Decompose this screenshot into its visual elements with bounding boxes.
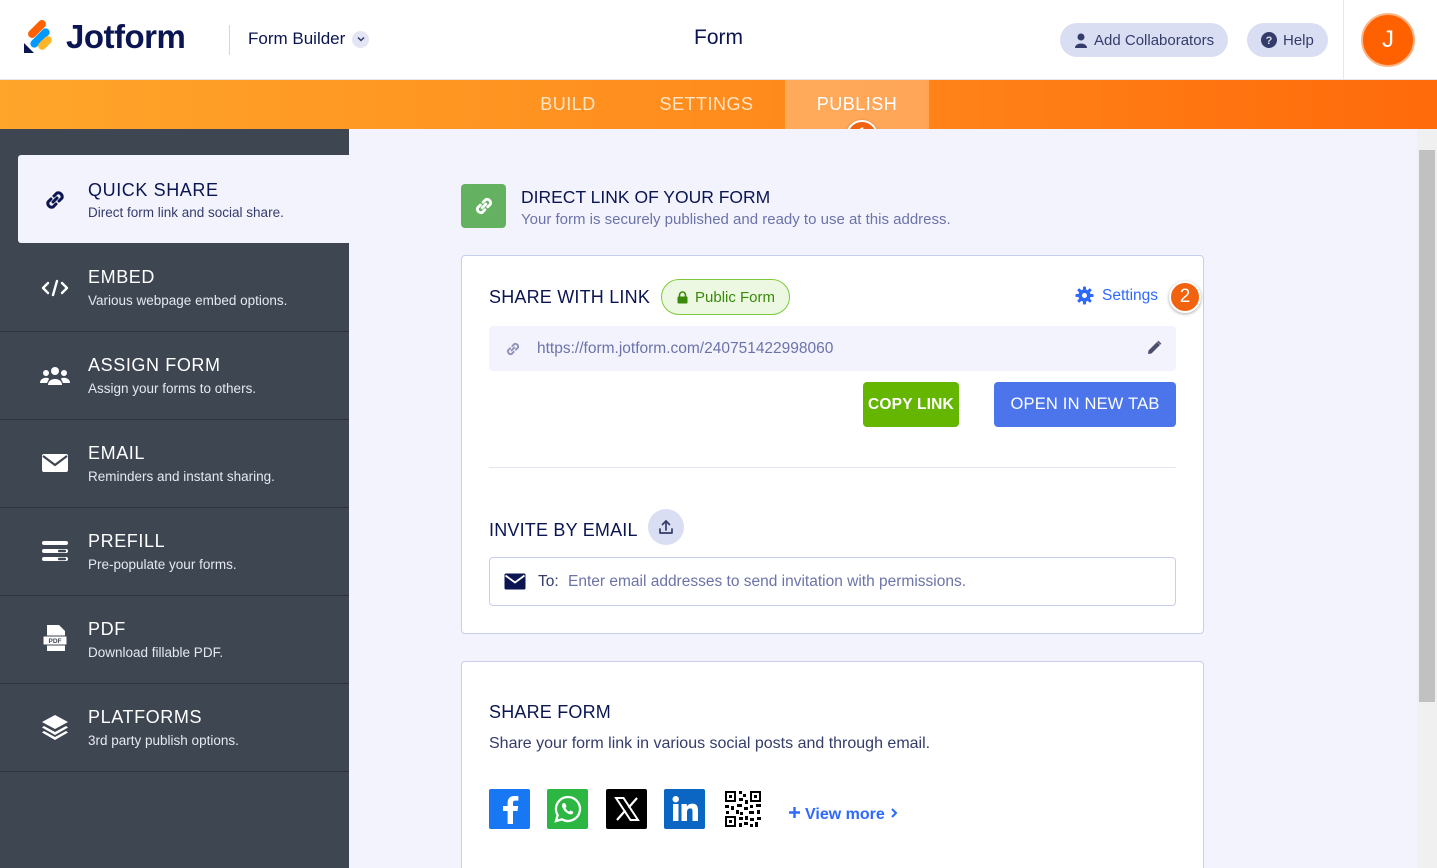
qr-code-icon[interactable] — [722, 789, 763, 829]
sidebar-item-subtitle: 3rd party publish options. — [88, 733, 239, 748]
gear-icon — [1075, 286, 1094, 305]
upload-icon[interactable] — [648, 509, 684, 545]
sidebar-item-subtitle: Assign your forms to others. — [88, 381, 257, 396]
email-input[interactable] — [568, 566, 1158, 598]
header-divider — [229, 25, 230, 55]
prefill-icon — [40, 536, 70, 566]
sidebar-item-subtitle: Download fillable PDF. — [88, 645, 224, 660]
header-divider-right — [1343, 0, 1344, 80]
envelope-icon — [504, 573, 526, 595]
tab-settings[interactable]: SETTINGS — [628, 80, 785, 129]
envelope-icon — [40, 448, 70, 478]
copy-link-button[interactable]: COPY LINK — [863, 382, 959, 427]
sidebar-item-title: EMAIL — [88, 443, 146, 463]
add-collaborators-button[interactable]: Add Collaborators — [1060, 23, 1229, 57]
sidebar-item-pdf[interactable]: PDF PDF Download fillable PDF. — [0, 596, 349, 684]
sidebar-item-title: PREFILL — [88, 531, 166, 551]
svg-text:?: ? — [1266, 35, 1273, 47]
invite-email-field[interactable]: To: — [489, 557, 1176, 606]
view-more-label: View more — [805, 806, 885, 823]
share-form-subtitle: Share your form link in various social p… — [489, 735, 931, 752]
form-builder-label: Form Builder — [248, 29, 346, 48]
card-divider — [489, 467, 1176, 468]
question-icon: ? — [1261, 32, 1277, 48]
svg-text:PDF: PDF — [49, 638, 62, 645]
public-form-label: Public Form — [695, 288, 776, 306]
x-icon[interactable] — [606, 789, 647, 829]
sidebar-item-title: PDF — [88, 619, 126, 639]
linkedin-icon[interactable] — [664, 789, 705, 829]
share-form-title: SHARE FORM — [489, 702, 612, 722]
pdf-icon: PDF — [40, 623, 70, 653]
add-collaborators-label: Add Collaborators — [1094, 31, 1215, 49]
chevron-down-icon — [352, 30, 370, 48]
share-form-card — [461, 661, 1204, 868]
layers-icon — [40, 712, 70, 742]
publish-sidebar: QUICK SHARE Direct form link and social … — [0, 129, 349, 868]
user-icon — [1074, 33, 1088, 48]
brand-name: Jotform — [66, 18, 186, 55]
step-badge-2: 2 — [1169, 281, 1201, 313]
builder-tabs: BUILD SETTINGS PUBLISH — [0, 80, 1437, 129]
direct-link-icon — [461, 184, 506, 228]
share-with-link-title: SHARE WITH LINK — [489, 287, 651, 307]
sidebar-item-title: PLATFORMS — [88, 707, 203, 727]
lock-icon — [677, 290, 688, 304]
jotform-logo[interactable]: Jotform — [22, 18, 186, 56]
code-icon — [40, 273, 70, 303]
link-settings-button[interactable]: Settings — [1075, 286, 1158, 305]
pencil-icon[interactable] — [1145, 339, 1163, 362]
link-icon — [40, 185, 70, 215]
users-icon — [40, 361, 70, 391]
settings-label: Settings — [1102, 286, 1159, 304]
tab-build[interactable]: BUILD — [508, 80, 628, 129]
link-icon — [503, 339, 523, 364]
whatsapp-icon[interactable] — [547, 789, 588, 829]
sidebar-item-subtitle: Various webpage embed options. — [88, 293, 288, 308]
sidebar-item-title: ASSIGN FORM — [88, 355, 221, 375]
help-button[interactable]: ? Help — [1247, 23, 1328, 57]
open-in-new-tab-button[interactable]: OPEN IN NEW TAB — [994, 382, 1176, 427]
sidebar-item-embed[interactable]: EMBED Various webpage embed options. — [0, 244, 349, 332]
sidebar-item-platforms[interactable]: PLATFORMS 3rd party publish options. — [0, 684, 349, 772]
user-avatar[interactable]: J — [1361, 13, 1415, 67]
form-url-text: https://form.jotform.com/240751422998060 — [537, 340, 834, 357]
plus-icon — [788, 806, 801, 824]
email-to-label: To: — [538, 573, 559, 590]
jotform-logo-icon — [24, 20, 52, 53]
sidebar-item-title: QUICK SHARE — [88, 180, 219, 200]
sidebar-item-title: EMBED — [88, 267, 156, 287]
direct-link-title: DIRECT LINK OF YOUR FORM — [521, 187, 771, 207]
direct-link-subtitle: Your form is securely published and read… — [521, 211, 951, 228]
sidebar-item-quick-share[interactable]: QUICK SHARE Direct form link and social … — [18, 155, 349, 243]
sidebar-item-email[interactable]: EMAIL Reminders and instant sharing. — [0, 420, 349, 508]
sidebar-item-prefill[interactable]: PREFILL Pre-populate your forms. — [0, 508, 349, 596]
public-form-badge[interactable]: Public Form — [661, 279, 791, 315]
scrollbar-thumb[interactable] — [1419, 150, 1435, 702]
help-label: Help — [1283, 31, 1314, 49]
form-builder-dropdown[interactable]: Form Builder — [248, 29, 370, 49]
facebook-icon[interactable] — [489, 789, 530, 829]
chevron-right-icon — [890, 806, 898, 824]
top-header: Jotform Form Builder Form Add Collaborat… — [0, 0, 1437, 80]
form-url-field[interactable]: https://form.jotform.com/240751422998060 — [489, 326, 1176, 371]
sidebar-item-assign-form[interactable]: ASSIGN FORM Assign your forms to others. — [0, 332, 349, 420]
invite-by-email-title: INVITE BY EMAIL — [489, 520, 638, 540]
view-more-link[interactable]: View more — [788, 806, 898, 824]
sidebar-item-subtitle: Reminders and instant sharing. — [88, 469, 275, 484]
sidebar-item-subtitle: Pre-populate your forms. — [88, 557, 237, 572]
sidebar-item-subtitle: Direct form link and social share. — [88, 205, 284, 220]
